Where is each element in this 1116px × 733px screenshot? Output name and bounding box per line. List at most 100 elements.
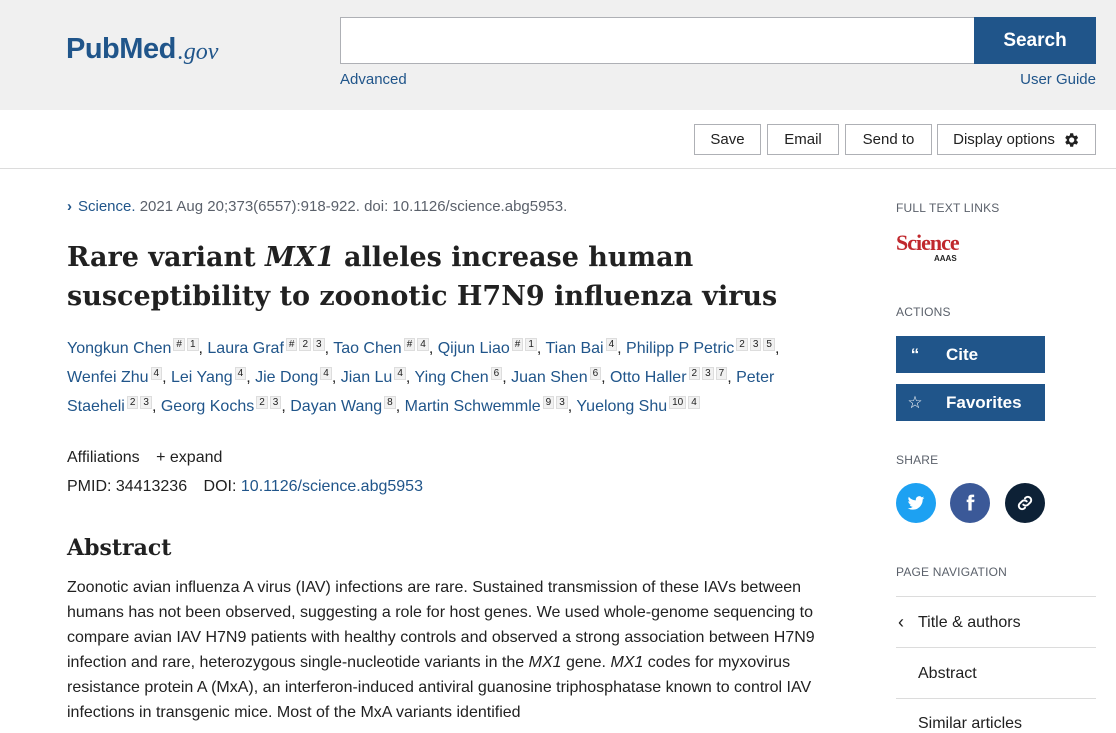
gear-icon: [1065, 132, 1078, 147]
affiliation-ref[interactable]: #: [173, 338, 185, 351]
logo-med: Med: [119, 33, 176, 65]
display-options-label: Display options: [953, 131, 1055, 148]
nav-similar-articles[interactable]: Similar articles: [918, 715, 1022, 733]
affiliation-ref[interactable]: 4: [394, 367, 406, 380]
affiliations: Affiliations + expand: [67, 449, 222, 467]
display-options-button[interactable]: Display options: [937, 124, 1096, 155]
affiliation-ref[interactable]: 4: [150, 367, 163, 380]
share-heading: SHARE: [896, 453, 939, 467]
affiliation-ref[interactable]: 4: [688, 396, 700, 409]
affiliation-ref[interactable]: 10: [669, 396, 687, 409]
affiliation-ref[interactable]: 3: [749, 338, 762, 351]
user-guide-link[interactable]: User Guide: [1020, 71, 1096, 88]
affiliation-ref[interactable]: 5: [763, 338, 775, 351]
author-link[interactable]: Juan Shen: [511, 369, 588, 386]
advanced-link[interactable]: Advanced: [340, 71, 407, 88]
logo-pub: Pub: [66, 33, 120, 65]
affiliation-ref[interactable]: 4: [320, 367, 332, 380]
twitter-icon: [907, 496, 925, 510]
author-link[interactable]: Yuelong Shu: [576, 398, 667, 415]
plus-icon: +: [156, 449, 170, 466]
aaas-label: AAAS: [934, 254, 957, 263]
facebook-icon: [966, 494, 975, 511]
toolbar: Save Email Send to Display options: [0, 110, 1116, 169]
chevron-left-icon: ‹: [898, 612, 904, 632]
affiliation-ref[interactable]: 4: [234, 367, 247, 380]
author-link[interactable]: Martin Schwemmle: [405, 398, 541, 415]
divider: [896, 647, 1096, 648]
affiliation-ref[interactable]: 4: [417, 338, 429, 351]
affiliation-ref[interactable]: 6: [490, 367, 503, 380]
author-link[interactable]: Wenfei Zhu: [67, 369, 149, 386]
star-icon: ☆: [907, 392, 923, 412]
affiliations-label: Affiliations: [67, 449, 140, 466]
twitter-share-button[interactable]: [896, 483, 936, 523]
author-link[interactable]: Qijun Liao: [438, 340, 510, 357]
expand-affiliations-button[interactable]: + expand: [156, 449, 222, 466]
affiliation-ref[interactable]: 3: [140, 396, 152, 409]
citation-text: 2021 Aug 20;373(6557):918-922. doi: 10.1…: [135, 198, 568, 215]
full-text-links-heading: FULL TEXT LINKS: [896, 201, 1000, 215]
affiliation-ref[interactable]: 2: [736, 338, 748, 351]
author-link[interactable]: Jie Dong: [255, 369, 318, 386]
affiliation-ref[interactable]: #: [511, 338, 524, 351]
author-link[interactable]: Lei Yang: [171, 369, 233, 386]
pmid-value: 34413236: [115, 478, 188, 495]
favorites-button[interactable]: ☆ Favorites: [896, 384, 1045, 421]
pmid-label: PMID:: [67, 478, 112, 495]
author-link[interactable]: Otto Haller: [610, 369, 686, 386]
affiliation-ref[interactable]: 1: [525, 338, 537, 351]
chevron-right-icon[interactable]: ›: [67, 198, 72, 215]
copy-link-button[interactable]: [1005, 483, 1045, 523]
affiliation-ref[interactable]: 8: [384, 396, 396, 409]
affiliation-ref[interactable]: #: [285, 338, 298, 351]
pubmed-logo[interactable]: Pub Med .gov: [66, 14, 218, 66]
actions-heading: ACTIONS: [896, 305, 951, 319]
abstract-text: Zoonotic avian influenza A virus (IAV) i…: [67, 579, 815, 721]
affiliation-ref[interactable]: 3: [556, 396, 568, 409]
affiliation-ref[interactable]: 3: [269, 396, 282, 409]
author-link[interactable]: Jian Lu: [341, 369, 393, 386]
cite-button[interactable]: “ Cite: [896, 336, 1045, 373]
divider: [896, 698, 1096, 699]
nav-abstract[interactable]: Abstract: [918, 665, 977, 683]
email-button[interactable]: Email: [767, 124, 839, 155]
journal-link[interactable]: Science.: [78, 198, 136, 215]
author-link[interactable]: Tian Bai: [545, 340, 603, 357]
link-icon: [1017, 495, 1033, 511]
doi-label: DOI:: [203, 478, 237, 495]
author-link[interactable]: Tao Chen: [333, 340, 402, 357]
nav-title-authors[interactable]: Title & authors: [918, 614, 1021, 632]
author-link[interactable]: Georg Kochs: [161, 398, 254, 415]
author-link[interactable]: Philipp P Petric: [626, 340, 734, 357]
author-link[interactable]: Dayan Wang: [290, 398, 382, 415]
affiliation-ref[interactable]: 2: [688, 367, 701, 380]
author-link[interactable]: Yongkun Chen: [67, 340, 171, 357]
search-button[interactable]: Search: [974, 17, 1096, 64]
affiliation-ref[interactable]: 3: [702, 367, 714, 380]
citation-line: › Science. 2021 Aug 20;373(6557):918-922.…: [67, 198, 567, 215]
header: Pub Med .gov Search Advanced User Guide: [0, 0, 1116, 110]
affiliation-ref[interactable]: 3: [313, 338, 325, 351]
science-logo[interactable]: Science: [896, 230, 960, 256]
affiliation-ref[interactable]: #: [403, 338, 416, 351]
send-to-button[interactable]: Send to: [845, 124, 932, 155]
author-link[interactable]: Laura Graf: [207, 340, 283, 357]
affiliation-ref[interactable]: 7: [715, 367, 728, 380]
save-button[interactable]: Save: [694, 124, 761, 155]
affiliation-ref[interactable]: 2: [126, 396, 139, 409]
affiliation-ref[interactable]: 2: [299, 338, 312, 351]
abstract-heading: Abstract: [67, 535, 172, 561]
affiliation-ref[interactable]: 2: [256, 396, 268, 409]
article-title: Rare variant MX1 alleles increase human …: [67, 242, 778, 312]
author-link[interactable]: Ying Chen: [415, 369, 489, 386]
doi-link[interactable]: 10.1126/science.abg5953: [241, 478, 423, 495]
search-input[interactable]: [340, 17, 976, 64]
affiliation-ref[interactable]: 9: [542, 396, 555, 409]
affiliation-ref[interactable]: 1: [186, 338, 199, 351]
quote-icon: “: [910, 344, 920, 364]
facebook-share-button[interactable]: [950, 483, 990, 523]
author-list: Yongkun Chen #1, Laura Graf #2 3, Tao Chen #…: [67, 338, 780, 415]
affiliation-ref[interactable]: 6: [589, 367, 602, 380]
affiliation-ref[interactable]: 4: [605, 338, 618, 351]
